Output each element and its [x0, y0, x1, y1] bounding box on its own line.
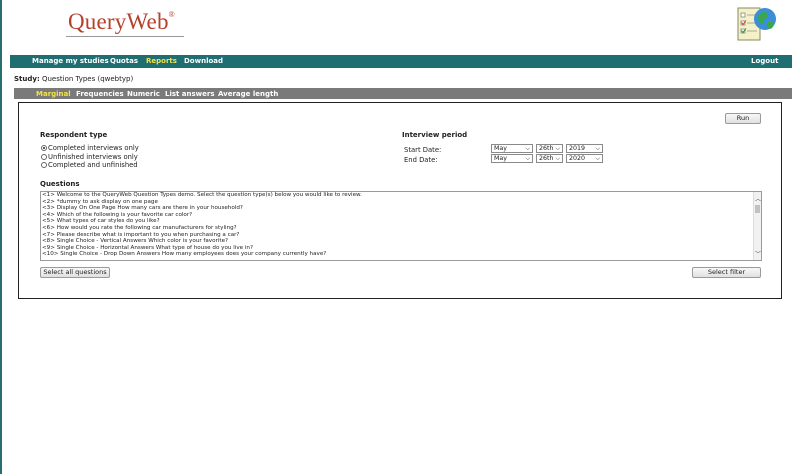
nav-manage-studies[interactable]: Manage my studies: [32, 57, 109, 65]
select-all-questions-button[interactable]: Select all questions: [40, 267, 110, 278]
logo-underline: [66, 36, 184, 37]
tab-list-answers[interactable]: List answers: [165, 90, 215, 98]
chevron-up-icon[interactable]: ︿: [754, 194, 761, 203]
run-button[interactable]: Run: [725, 113, 761, 124]
chevron-down-icon: ⌵: [595, 155, 600, 162]
chevron-down-icon: ⌵: [525, 155, 530, 162]
end-date-label: End Date:: [404, 156, 438, 164]
question-item[interactable]: <10> Single Choice - Drop Down Answers H…: [41, 251, 761, 258]
start-year-value: 2019: [569, 145, 586, 152]
chevron-down-icon: ⌵: [595, 145, 600, 152]
select-filter-button[interactable]: Select filter: [692, 267, 761, 278]
start-month-value: May: [494, 145, 508, 152]
study-info: Study: Question Types (qwebtyp): [14, 75, 133, 83]
interview-period-title: Interview period: [402, 131, 468, 139]
radio-both[interactable]: [41, 162, 47, 168]
tab-frequencies[interactable]: Frequencies: [76, 90, 124, 98]
respondent-option-both[interactable]: Completed and unfinished: [41, 161, 138, 169]
start-year-select[interactable]: 2019 ⌵: [566, 144, 603, 153]
question-item[interactable]: <5> What types of car styles do you like…: [41, 218, 761, 225]
start-month-select[interactable]: May ⌵: [491, 144, 533, 153]
start-day-select[interactable]: 26th ⌵: [536, 144, 563, 153]
questions-title: Questions: [40, 180, 80, 188]
logo-text: QueryWeb: [68, 9, 169, 34]
question-item[interactable]: <7> Please describe what is important to…: [41, 232, 761, 239]
report-panel: Run Respondent type Completed interviews…: [18, 102, 782, 299]
question-item[interactable]: <8> Single Choice - Vertical Answers Whi…: [41, 238, 761, 245]
question-item[interactable]: <9> Single Choice - Horizontal Answers W…: [41, 245, 761, 252]
logout-link[interactable]: Logout: [751, 57, 778, 65]
end-day-select[interactable]: 26th ⌵: [536, 154, 563, 163]
question-item[interactable]: <3> Display On One Page How many cars ar…: [41, 205, 761, 212]
checklist-globe-icon: [737, 7, 776, 41]
chevron-down-icon: ⌵: [525, 145, 530, 152]
nav-download[interactable]: Download: [184, 57, 223, 65]
end-month-value: May: [494, 155, 508, 162]
respondent-option-label: Unfinished interviews only: [48, 152, 138, 161]
tab-marginal[interactable]: Marginal: [36, 90, 71, 98]
study-label: Study:: [14, 75, 40, 83]
end-year-value: 2020: [569, 155, 586, 162]
start-date-label: Start Date:: [404, 146, 442, 154]
study-name: Question Types (qwebtyp): [41, 75, 134, 83]
tab-average-length[interactable]: Average length: [218, 90, 278, 98]
queryweb-logo: QueryWeb®: [68, 9, 175, 35]
question-item[interactable]: <6> How would you rate the following car…: [41, 225, 761, 232]
report-tabs: Marginal Frequencies Numeric List answer…: [14, 88, 792, 99]
tab-numeric[interactable]: Numeric: [127, 90, 160, 98]
chevron-down-icon: ⌵: [555, 145, 560, 152]
respondent-option-unfinished[interactable]: Unfinished interviews only: [41, 153, 138, 161]
radio-completed[interactable]: [41, 145, 47, 151]
chevron-down-icon: ⌵: [555, 155, 560, 162]
radio-unfinished[interactable]: [41, 153, 47, 160]
respondent-option-completed[interactable]: Completed interviews only: [41, 144, 139, 152]
respondent-type-title: Respondent type: [40, 131, 108, 139]
start-day-value: 26th: [539, 145, 554, 152]
question-item[interactable]: <4> Which of the following is your favor…: [41, 212, 761, 219]
question-item[interactable]: <1> Welcome to the QueryWeb Question Typ…: [41, 192, 761, 199]
scrollbar-thumb[interactable]: [755, 205, 760, 213]
questions-scrollbar[interactable]: ︿ ﹀: [753, 192, 761, 260]
end-month-select[interactable]: May ⌵: [491, 154, 533, 163]
main-navbar: Manage my studies Quotas Reports Downloa…: [10, 55, 792, 68]
chevron-down-icon[interactable]: ﹀: [754, 249, 761, 258]
registered-mark: ®: [168, 10, 175, 20]
respondent-option-label: Completed interviews only: [48, 144, 139, 152]
respondent-option-label: Completed and unfinished: [48, 161, 138, 169]
nav-reports[interactable]: Reports: [146, 57, 177, 65]
question-item[interactable]: <2> *dummy to ask display on one page: [41, 199, 761, 206]
questions-listbox[interactable]: <1> Welcome to the QueryWeb Question Typ…: [40, 191, 762, 261]
end-day-value: 26th: [539, 155, 554, 162]
nav-quotas[interactable]: Quotas: [110, 57, 138, 65]
end-year-select[interactable]: 2020 ⌵: [566, 154, 603, 163]
